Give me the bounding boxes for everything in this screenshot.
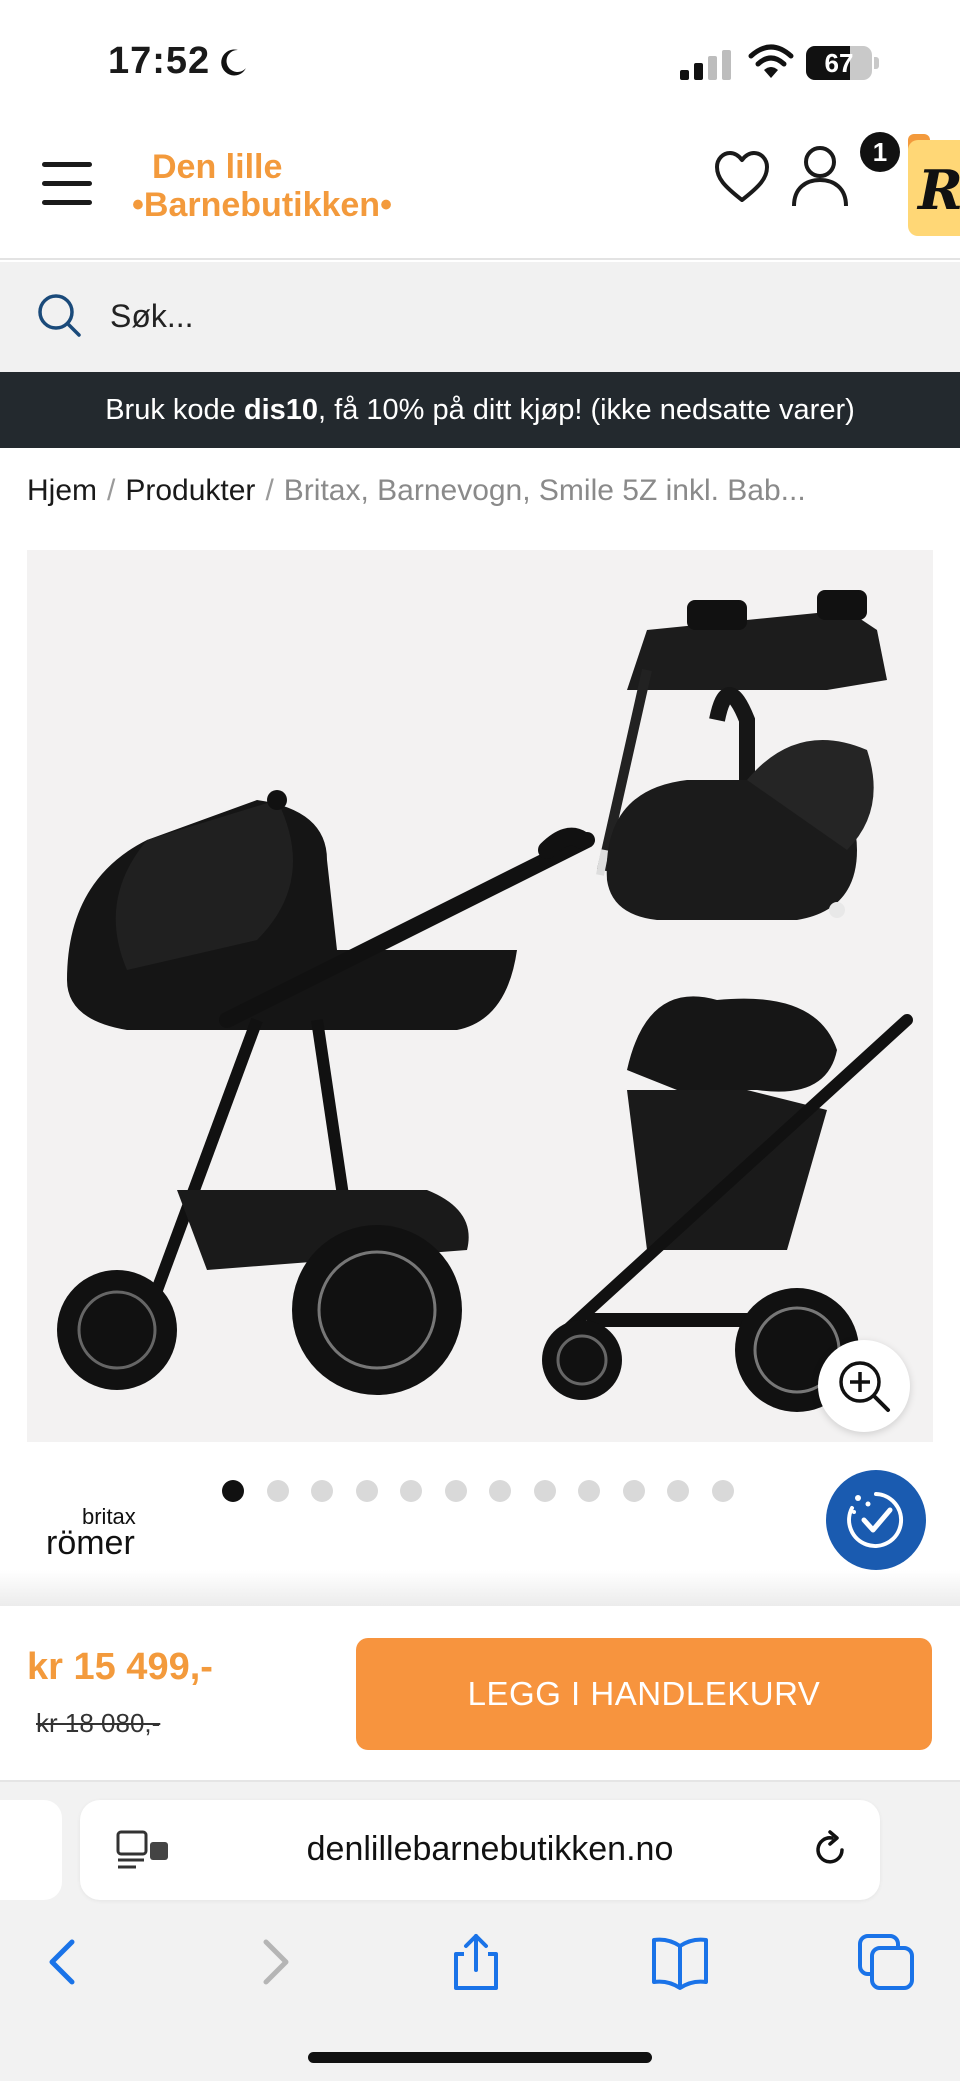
reload-icon[interactable] <box>810 1830 850 1870</box>
menu-icon-bar <box>42 181 92 186</box>
battery-icon: 67 <box>806 46 879 80</box>
product-price: kr 15 499,- <box>27 1646 213 1688</box>
search-input[interactable] <box>110 286 910 346</box>
carousel-dot[interactable] <box>444 1480 467 1502</box>
status-bar: 17:52 67 <box>0 0 960 130</box>
site-logo[interactable]: Den lille •Barnebutikken• <box>132 148 432 238</box>
moon-icon <box>221 49 246 76</box>
breadcrumb-current: Britax, Barnevogn, Smile 5Z inkl. Bab... <box>283 474 806 507</box>
brand-logo-line-2: römer <box>46 1524 135 1562</box>
forward-icon[interactable] <box>244 1932 304 1992</box>
breadcrumb-separator: / <box>265 474 274 507</box>
promo-suffix: , få 10% på ditt kjøp! (ikke nedsatte va… <box>318 394 855 426</box>
back-icon[interactable] <box>34 1932 94 1992</box>
stroller-illustration <box>57 590 913 1412</box>
zoom-in-icon <box>839 1361 890 1412</box>
battery-nub <box>874 57 879 69</box>
carousel-dot[interactable] <box>266 1480 289 1502</box>
home-indicator <box>308 2052 652 2063</box>
search-bar <box>0 262 960 372</box>
cart-button[interactable]: R 1 <box>860 130 960 250</box>
menu-icon-bar <box>42 200 92 205</box>
carousel-dot[interactable] <box>355 1480 378 1502</box>
reader-extension-icon[interactable] <box>116 1830 172 1870</box>
rewards-badge-letter: R <box>918 158 960 222</box>
browser-nav <box>0 1932 960 2012</box>
wifi-icon <box>748 44 794 78</box>
cart-count-badge: 1 <box>860 132 900 172</box>
carousel-dot[interactable] <box>667 1480 689 1502</box>
site-header: Den lille •Barnebutikken• R 1 <box>0 130 960 260</box>
carousel-dot[interactable] <box>400 1480 422 1502</box>
carousel-dot[interactable] <box>711 1480 734 1502</box>
accessibility-button[interactable] <box>826 1470 926 1570</box>
buy-bar: kr 15 499,- kr 18 080,- LEGG I HANDLEKUR… <box>0 1606 960 1782</box>
tabs-icon[interactable] <box>856 1932 916 1992</box>
brand-logo[interactable]: britax römer <box>46 1504 156 1564</box>
status-time: 17:52 <box>108 40 211 82</box>
accessibility-check-icon <box>847 1492 903 1548</box>
heart-icon[interactable] <box>714 150 770 204</box>
carousel-dot[interactable] <box>533 1480 556 1502</box>
breadcrumb: Hjem / Produkter / Britax, Barnevogn, Smile … <box>27 474 937 508</box>
page: 17:52 67 Den lille •Barnebutikken• R 1 S… <box>0 0 960 2081</box>
buy-bar-shadow <box>0 1570 960 1606</box>
search-icon[interactable] <box>36 292 82 338</box>
previous-tab[interactable] <box>0 1800 62 1900</box>
car-seat-illustration <box>606 687 874 920</box>
user-icon[interactable] <box>790 144 850 208</box>
product-old-price: kr 18 080,- <box>36 1708 161 1738</box>
bookmarks-icon[interactable] <box>650 1932 710 1992</box>
url-text: denlillebarnebutikken.no <box>306 1830 674 1868</box>
logo-line-2: •Barnebutikken• <box>132 186 392 224</box>
promo-banner: Bruk kode dis10, få 10% på ditt kjøp! (i… <box>0 372 960 448</box>
breadcrumb-separator: / <box>107 474 116 507</box>
promo-code: dis10 <box>243 394 319 426</box>
product-image[interactable] <box>27 550 933 1442</box>
share-icon[interactable] <box>446 1932 506 1992</box>
carousel-dot[interactable] <box>578 1480 600 1502</box>
battery-level: 67 <box>824 48 854 78</box>
pram-illustration <box>57 790 595 1395</box>
carousel-dot[interactable] <box>489 1480 511 1502</box>
logo-line-1: Den lille <box>152 148 283 186</box>
zoom-button[interactable] <box>818 1340 910 1432</box>
menu-icon-bar <box>42 162 92 167</box>
add-to-cart-button[interactable]: LEGG I HANDLEKURV <box>356 1638 932 1750</box>
browser-toolbar: denlillebarnebutikken.no <box>0 1782 960 2081</box>
breadcrumb-products[interactable]: Produkter <box>125 474 255 507</box>
breadcrumb-home[interactable]: Hjem <box>27 474 97 507</box>
url-bar[interactable]: denlillebarnebutikken.no <box>80 1800 880 1900</box>
carousel-dot[interactable] <box>622 1480 645 1502</box>
promo-prefix: Bruk kode <box>105 394 244 426</box>
signal-icon <box>680 50 731 80</box>
menu-icon[interactable] <box>42 162 92 208</box>
carousel-dot[interactable] <box>222 1480 244 1502</box>
carousel-dot[interactable] <box>311 1480 333 1502</box>
battery-body: 67 <box>806 46 872 80</box>
